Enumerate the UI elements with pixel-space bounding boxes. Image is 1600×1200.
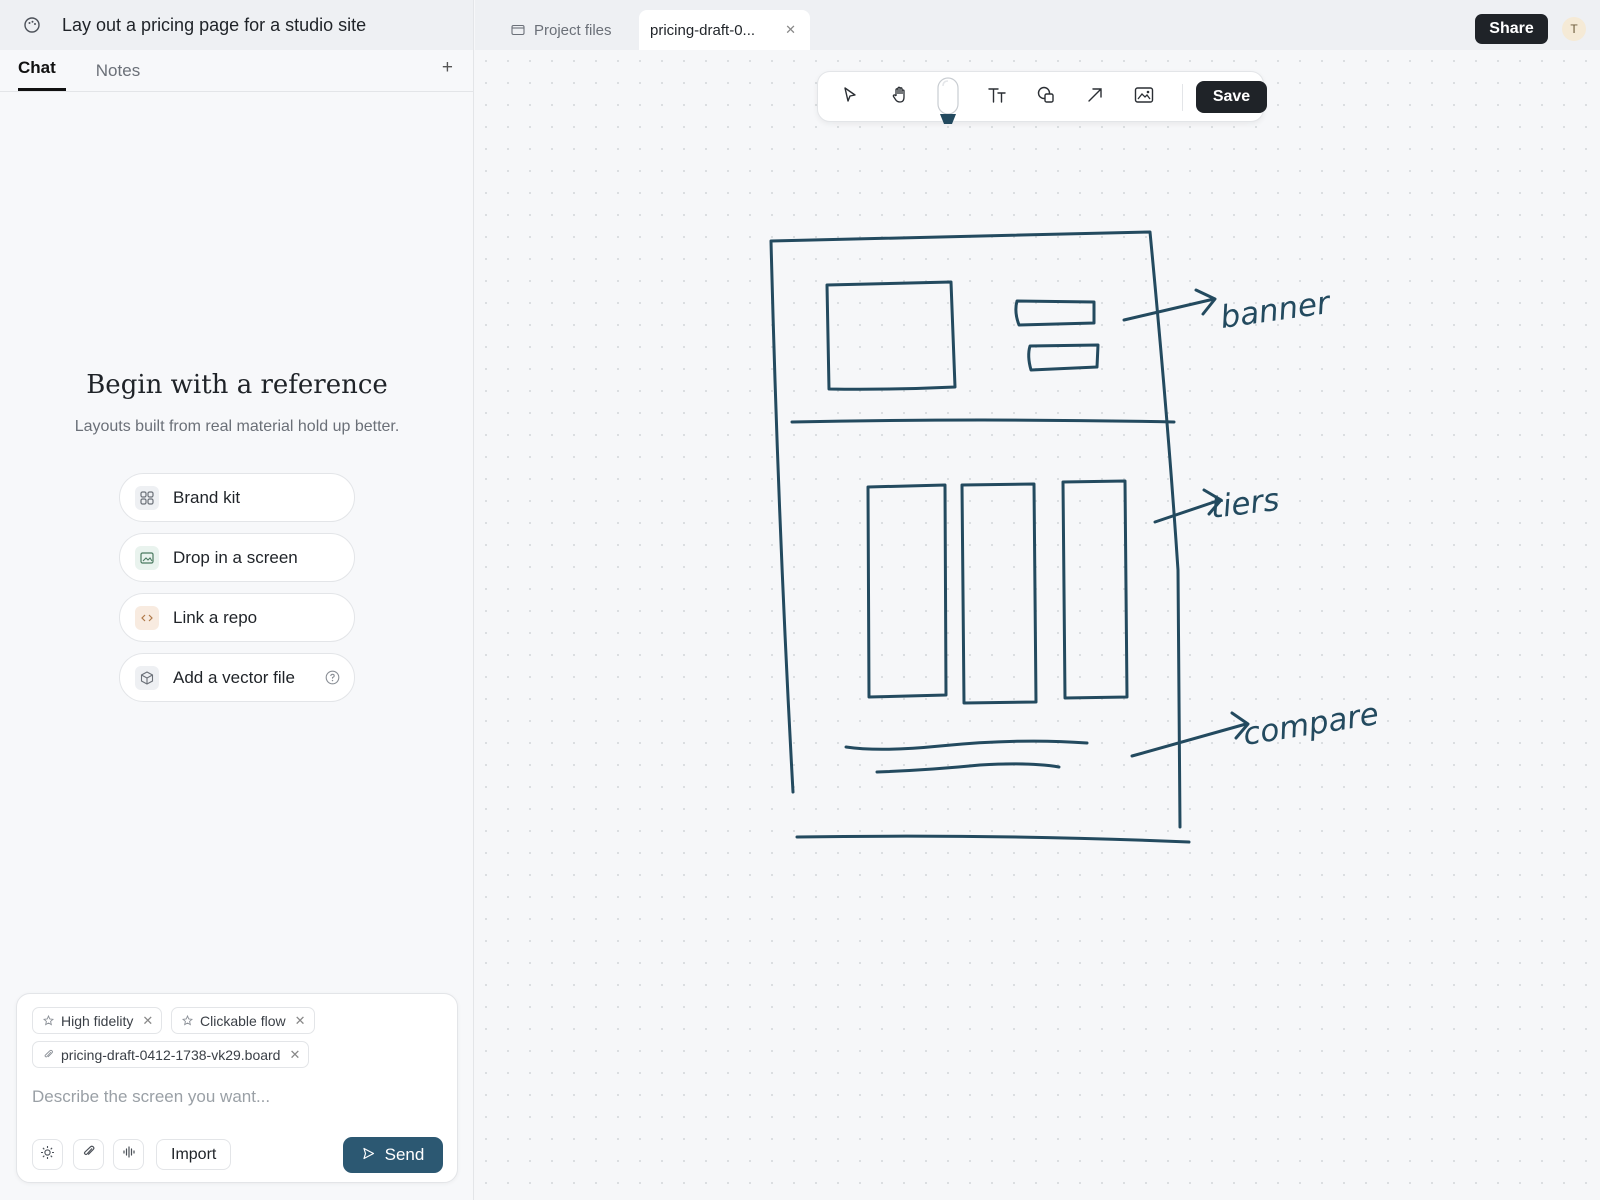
banner-image-box <box>825 280 957 391</box>
tab-project-files[interactable]: Project files <box>511 10 612 50</box>
empty-state-subtitle: Layouts built from real material hold up… <box>74 418 400 435</box>
voice-button[interactable] <box>113 1139 144 1170</box>
avatar[interactable]: T <box>1562 17 1586 41</box>
send-icon <box>362 1145 375 1165</box>
tab-notes[interactable]: Notes <box>96 61 140 91</box>
send-button[interactable]: Send <box>343 1137 443 1173</box>
paperclip-icon <box>43 1049 54 1060</box>
waveform-icon <box>122 1145 136 1164</box>
left-panel: Lay out a pricing page for a studio site… <box>0 0 474 1200</box>
chip-label: Clickable flow <box>200 1012 286 1029</box>
import-button[interactable]: Import <box>156 1139 232 1170</box>
toolbar-divider <box>1182 84 1183 111</box>
brand-kit-button[interactable]: Brand kit <box>119 473 355 522</box>
close-icon[interactable]: ✕ <box>142 1013 153 1029</box>
drawing-toolbar: Save <box>817 71 1267 124</box>
annotation-tiers: tiers <box>1209 482 1282 526</box>
text-icon <box>987 85 1007 110</box>
tab-active-file[interactable]: pricing-draft-0... ✕ <box>639 10 810 50</box>
chip-label: High fidelity <box>61 1012 134 1029</box>
hand-icon <box>890 85 910 110</box>
pen-icon <box>937 77 959 133</box>
image-tool-button[interactable] <box>1132 85 1156 109</box>
tier-column-2 <box>960 482 1038 705</box>
tier-column-3 <box>1061 479 1129 700</box>
shape-tool-button[interactable] <box>1034 85 1058 109</box>
annotation-compare: compare <box>1241 696 1382 753</box>
project-title: Lay out a pricing page for a studio site <box>62 14 367 35</box>
share-button[interactable]: Share <box>1475 14 1548 44</box>
attachment-chip[interactable]: pricing-draft-0412-1738-vk29.board ✕ <box>32 1041 310 1068</box>
add-tab-button[interactable]: + <box>442 57 453 79</box>
chip-clickable-flow[interactable]: Clickable flow ✕ <box>171 1007 315 1034</box>
folder-icon <box>511 24 525 36</box>
annotation-banner: banner <box>1218 285 1334 336</box>
code-icon <box>135 605 159 630</box>
close-icon[interactable]: ✕ <box>295 1013 306 1029</box>
wireframe-sketch: banner tiers compare <box>769 230 1382 844</box>
tier-column-1 <box>866 483 948 699</box>
option-label: Add a vector file <box>173 667 295 687</box>
banner-button-1 <box>1014 299 1096 327</box>
chat-composer: High fidelity ✕ Clickable flow ✕ pricing… <box>16 993 458 1183</box>
option-label: Brand kit <box>173 487 241 507</box>
empty-state: Begin with a reference Layouts built fro… <box>0 370 474 436</box>
banner-arrow <box>1122 297 1216 322</box>
shapes-icon <box>1036 85 1056 110</box>
help-icon[interactable] <box>325 670 340 690</box>
tab-label: Project files <box>534 21 612 39</box>
cursor-icon <box>841 86 859 109</box>
option-label: Link a repo <box>173 607 258 627</box>
star-icon <box>182 1015 193 1026</box>
top-bar: Project files pricing-draft-0... ✕ Share… <box>475 0 1600 50</box>
attach-button[interactable] <box>73 1139 104 1170</box>
project-header: Lay out a pricing page for a studio site <box>0 0 473 50</box>
chip-high-fidelity[interactable]: High fidelity ✕ <box>32 1007 163 1034</box>
tab-label: pricing-draft-0... <box>650 21 756 39</box>
page-bottom-stroke <box>795 834 1191 844</box>
cube-icon <box>135 665 159 690</box>
compare-line-1 <box>844 739 1089 751</box>
compare-arrow <box>1130 722 1248 758</box>
empty-state-title: Begin with a reference <box>86 370 388 400</box>
banner-button-2 <box>1027 343 1100 372</box>
drop-screen-button[interactable]: Drop in a screen <box>119 533 355 582</box>
link-repo-button[interactable]: Link a repo <box>119 593 355 642</box>
palette-icon[interactable] <box>22 15 42 35</box>
pan-tool-button[interactable] <box>888 85 912 109</box>
page-frame-stroke <box>769 230 1182 829</box>
select-tool-button[interactable] <box>838 85 862 109</box>
arrow-icon <box>1086 86 1104 109</box>
star-icon <box>43 1015 54 1026</box>
tab-chat[interactable]: Chat <box>18 58 66 91</box>
image-icon <box>135 545 159 570</box>
text-tool-button[interactable] <box>985 85 1009 109</box>
option-label: Drop in a screen <box>173 547 298 567</box>
sun-icon <box>40 1145 55 1165</box>
pen-tool-button[interactable] <box>937 77 959 129</box>
close-icon[interactable]: ✕ <box>289 1047 300 1063</box>
grid-icon <box>135 485 159 510</box>
attachment-label: pricing-draft-0412-1738-vk29.board <box>61 1046 281 1063</box>
send-label: Send <box>384 1145 425 1164</box>
canvas[interactable]: banner tiers compare <box>475 50 1600 1200</box>
add-vector-button[interactable]: Add a vector file <box>119 653 355 702</box>
image-icon <box>1134 86 1154 109</box>
settings-button[interactable] <box>32 1139 63 1170</box>
left-tabs: Chat Notes + <box>0 50 473 92</box>
compare-line-2 <box>875 762 1061 774</box>
close-icon[interactable]: ✕ <box>785 22 796 38</box>
reference-options: Brand kit Drop in a screen Link a repo A… <box>119 473 355 713</box>
paperclip-icon <box>82 1145 96 1164</box>
save-button[interactable]: Save <box>1196 81 1267 113</box>
arrow-tool-button[interactable] <box>1083 85 1107 109</box>
banner-divider <box>790 418 1176 424</box>
prompt-input[interactable]: Describe the screen you want... <box>32 1087 270 1107</box>
